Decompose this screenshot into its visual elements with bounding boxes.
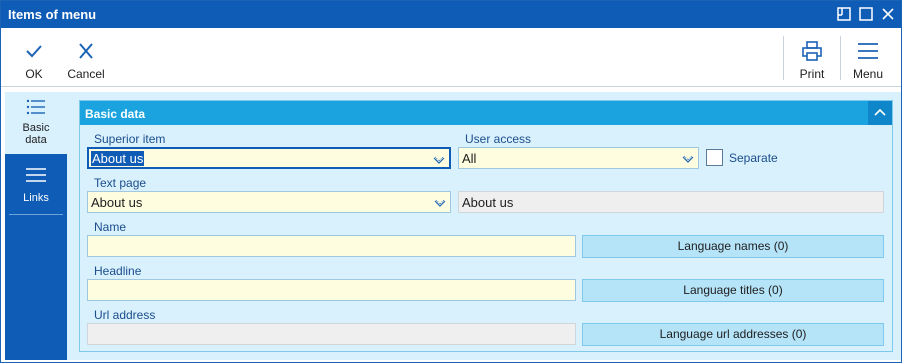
separate-label: Separate (729, 151, 778, 165)
printer-icon (800, 39, 824, 63)
nav-item-label: Links (23, 192, 49, 204)
toolbar-divider (840, 36, 841, 80)
chevron-down-icon[interactable] (682, 153, 694, 163)
superior-item-value: About us (91, 151, 145, 166)
print-label: Print (799, 67, 825, 81)
toolbar: OK Cancel Print Menu (1, 28, 901, 87)
nav-item-links[interactable]: Links (5, 158, 67, 210)
ok-button[interactable]: OK (13, 28, 55, 87)
window-title: Items of menu (8, 7, 97, 22)
text-page-display: About us (458, 191, 884, 213)
panel-header: Basic data (80, 101, 892, 125)
restore-icon[interactable] (836, 6, 852, 22)
cancel-label: Cancel (67, 67, 105, 81)
content-area: Basic data Superior item About us User a… (67, 92, 901, 360)
separate-checkbox[interactable] (706, 149, 723, 166)
chevron-down-icon[interactable] (433, 154, 445, 164)
menu-button[interactable]: Menu (845, 28, 891, 87)
chevron-up-icon (874, 108, 886, 116)
print-button[interactable]: Print (789, 28, 835, 87)
side-navigation: Basic data Links (5, 92, 67, 360)
text-page-value: About us (91, 195, 143, 210)
name-label: Name (94, 220, 127, 234)
checkmark-icon (22, 39, 46, 63)
cancel-button[interactable]: Cancel (63, 28, 109, 87)
language-url-addresses-button[interactable]: Language url addresses (0) (582, 323, 884, 346)
collapse-button[interactable] (868, 101, 892, 125)
list-icon (25, 98, 47, 116)
nav-item-basic-data[interactable]: Basic data (5, 92, 67, 154)
superior-item-label: Superior item (94, 132, 166, 146)
nav-item-label: Basic data (22, 122, 50, 146)
language-titles-button[interactable]: Language titles (0) (582, 279, 884, 302)
headline-field[interactable] (87, 279, 576, 301)
name-field[interactable] (87, 235, 576, 257)
lines-icon (25, 166, 47, 184)
hamburger-icon (856, 39, 880, 63)
user-access-value: All (462, 151, 477, 166)
user-access-select[interactable]: All (458, 147, 699, 169)
text-page-label: Text page (94, 176, 147, 190)
text-page-display-value: About us (462, 195, 514, 210)
basic-data-panel: Basic data Superior item About us User a… (79, 100, 893, 352)
panel-title: Basic data (85, 107, 146, 121)
maximize-icon[interactable] (858, 6, 874, 22)
ok-label: OK (25, 67, 43, 81)
headline-label: Headline (94, 264, 142, 278)
nav-divider (9, 214, 63, 215)
title-bar: Items of menu (1, 1, 901, 28)
toolbar-divider (783, 36, 784, 80)
close-icon[interactable] (880, 6, 896, 22)
menu-label: Menu (852, 67, 884, 81)
chevron-down-icon[interactable] (434, 197, 446, 207)
user-access-label: User access (465, 132, 532, 146)
superior-item-select[interactable]: About us (87, 147, 451, 169)
url-address-label: Url address (94, 308, 156, 322)
text-page-select[interactable]: About us (87, 191, 451, 213)
items-of-menu-window: Items of menu OK Cancel Print Menu Basic… (0, 0, 902, 363)
url-address-field (87, 323, 576, 345)
language-names-button[interactable]: Language names (0) (582, 235, 884, 258)
cross-icon (74, 39, 98, 63)
